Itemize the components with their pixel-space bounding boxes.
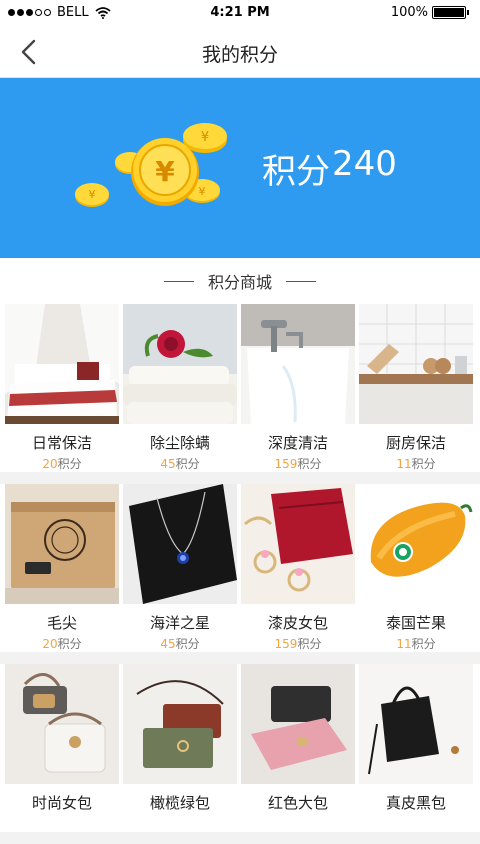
points-banner: ¥ ¥ ¥ ¥ 积分 240 [0,78,480,258]
page-title: 我的积分 [201,44,278,66]
product-card[interactable]: 日常保洁 20积分 [5,304,119,472]
product-image-bathtub [241,304,355,424]
product-name: 厨房保洁 [385,434,446,452]
product-image-green-bag [123,664,237,784]
product-image-towels [123,304,237,424]
product-image-red-bag [241,484,355,604]
product-card[interactable]: 橄榄绿包 [123,664,237,832]
product-image-necklace [123,484,237,604]
product-card[interactable]: 厨房保洁 11积分 [359,304,473,472]
product-card[interactable]: 红色大包 [241,664,355,832]
product-card[interactable]: 泰国芒果 11积分 [359,484,473,652]
product-name: 红色大包 [267,794,328,812]
product-name: 海洋之星 [149,614,210,632]
product-name: 日常保洁 [31,434,92,452]
product-image-pink-bag [241,664,355,784]
product-price: 159积分 [274,457,322,471]
section-title: 积分商城 [207,273,272,292]
points-display: 积分 240 [262,144,397,193]
svg-text:¥: ¥ [89,188,96,201]
coins-icon: ¥ ¥ ¥ ¥ [75,123,227,207]
product-price: 11积分 [396,637,436,651]
product-name: 漆皮女包 [267,614,328,632]
product-name: 时尚女包 [31,794,92,812]
points-label: 积分 [262,152,330,192]
product-image-tea-box [5,484,119,604]
product-grid: 日常保洁 20积分 除尘除螨 45积分 深度清洁 159积分 厨房保洁 11积分… [0,304,480,844]
svg-text:¥: ¥ [201,130,209,145]
product-row: 日常保洁 20积分 除尘除螨 45积分 深度清洁 159积分 厨房保洁 11积分 [0,304,480,472]
product-card[interactable]: 漆皮女包 159积分 [241,484,355,652]
product-card[interactable]: 除尘除螨 45积分 [123,304,237,472]
battery-icon [432,6,469,19]
svg-text:¥: ¥ [155,155,175,188]
product-image-mango [359,484,473,604]
product-name: 真皮黑包 [385,794,446,812]
product-name: 毛尖 [46,614,77,632]
product-price: 11积分 [396,457,436,471]
battery-percent: 100% [390,5,428,20]
battery-group: 100% [390,5,469,20]
product-price: 20积分 [42,457,82,471]
product-image-black-bag [359,664,473,784]
divider-left [163,280,194,282]
product-name: 橄榄绿包 [149,794,210,812]
product-card[interactable]: 毛尖 20积分 [5,484,119,652]
product-card[interactable]: 深度清洁 159积分 [241,304,355,472]
product-name: 泰国芒果 [385,614,446,632]
product-card[interactable]: 海洋之星 45积分 [123,484,237,652]
product-row: 时尚女包 橄榄绿包 红色大包 真皮黑包 [0,664,480,832]
product-image-bedroom [5,304,119,424]
divider-right [286,280,316,282]
section-header: 积分商城 [0,258,480,304]
product-name: 深度清洁 [267,434,328,452]
nav-bar: 我的积分 [0,26,480,78]
product-card[interactable]: 真皮黑包 [359,664,473,832]
points-value: 240 [332,144,397,184]
status-bar: BELL 4:21 PM 100% [0,0,480,26]
product-name: 除尘除螨 [149,434,210,452]
svg-text:¥: ¥ [199,185,206,198]
product-row: 毛尖 20积分 海洋之星 45积分 漆皮女包 159积分 泰国芒果 11积分 [0,484,480,652]
product-price: 20积分 [42,637,82,651]
product-image-kitchen [359,304,473,424]
product-price: 45积分 [160,637,200,651]
product-card[interactable]: 时尚女包 [5,664,119,832]
product-image-white-bag [5,664,119,784]
product-price: 159积分 [274,637,322,651]
product-price: 45积分 [160,457,200,471]
